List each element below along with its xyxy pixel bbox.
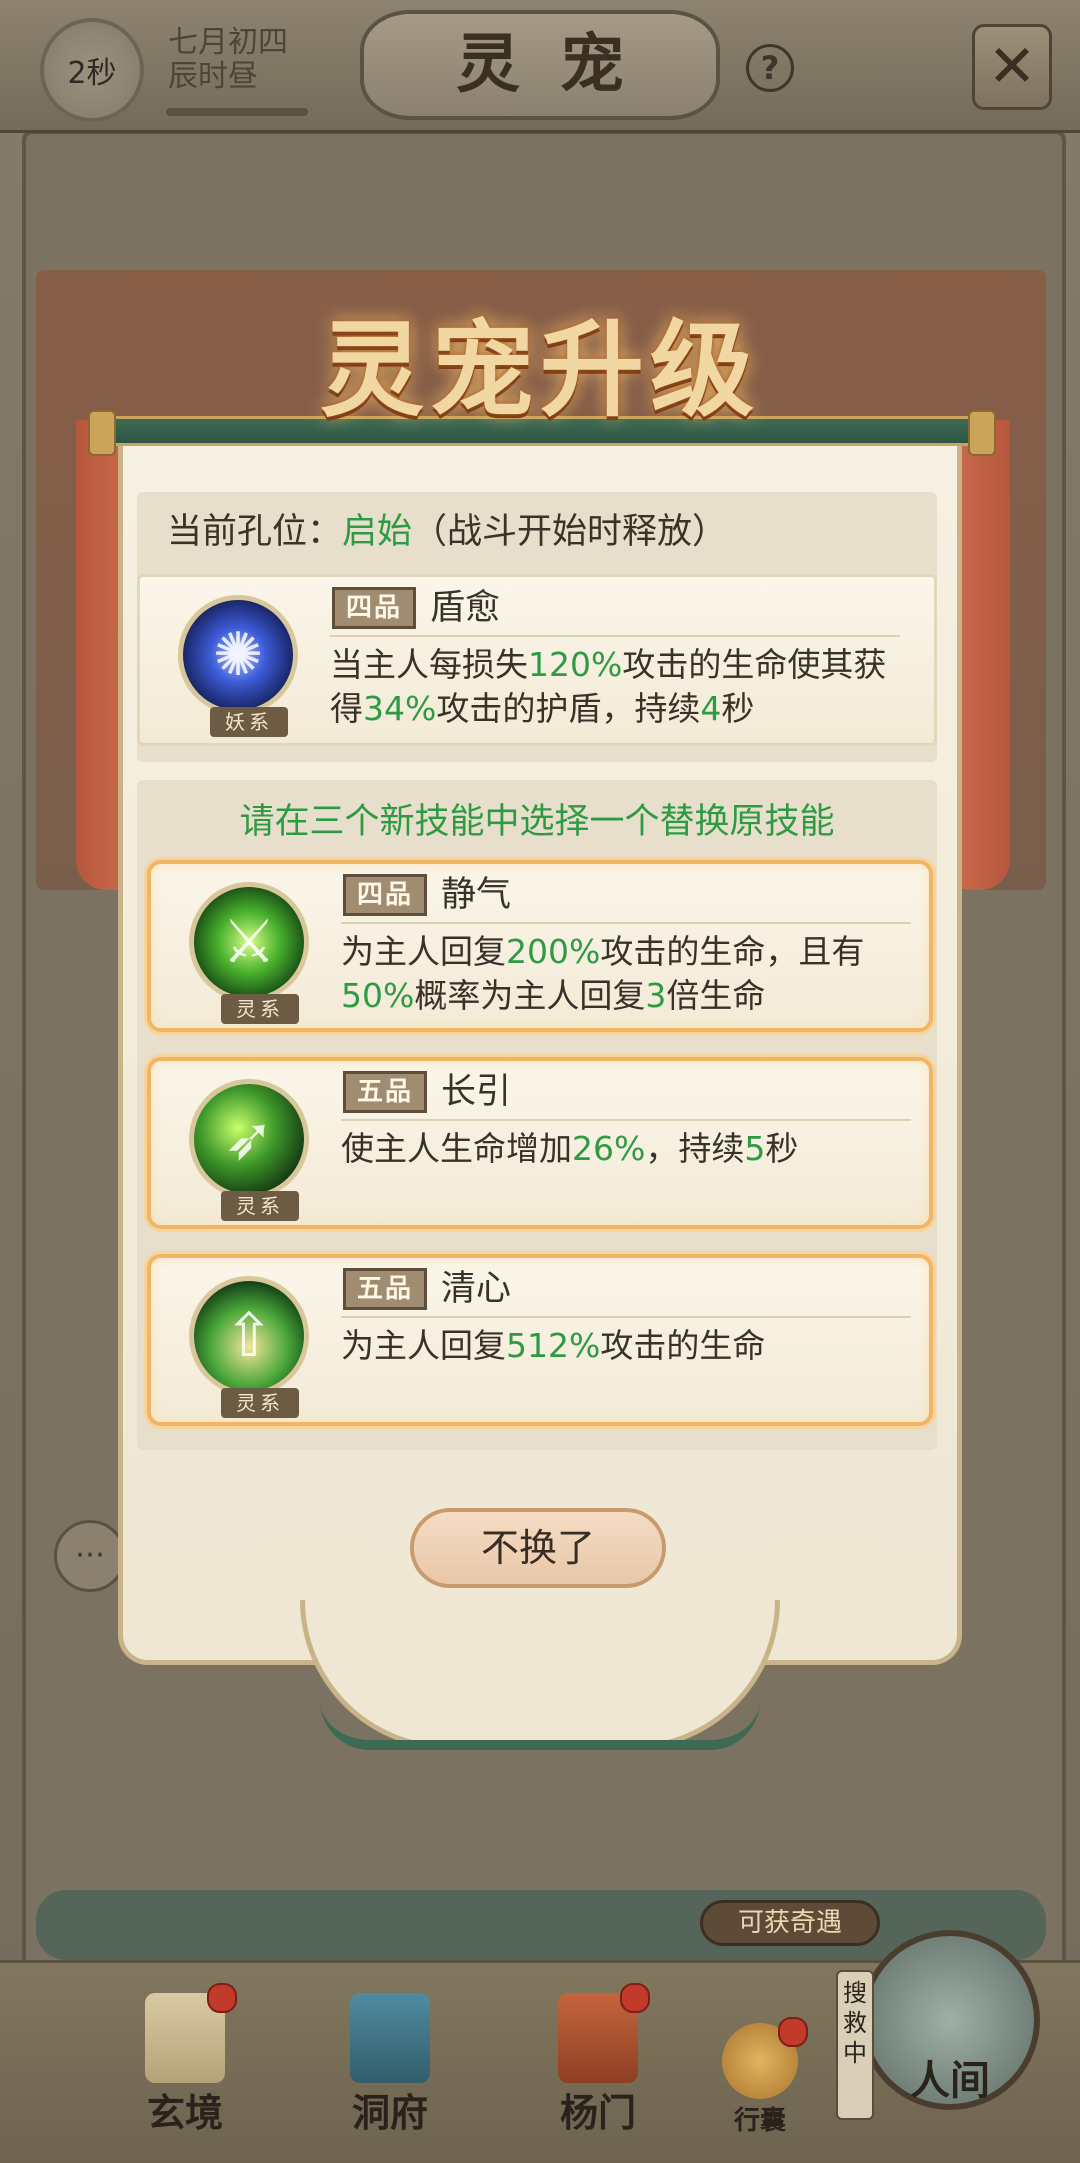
notification-dot (620, 1983, 650, 2013)
divider (341, 922, 911, 924)
vortex-skill-icon: ✺ (178, 595, 298, 715)
desc-text: 攻击的护盾，持续 (436, 689, 701, 728)
notification-dot (778, 2017, 808, 2047)
scroll-rod-cap-left (88, 410, 116, 456)
searching-tag: 搜救中 (836, 1970, 874, 2120)
sword-icon: ⚔ (222, 907, 276, 977)
divider (330, 635, 900, 637)
timer-badge: 2秒 (40, 18, 144, 122)
highlight-value: 26% (572, 1129, 646, 1168)
skill-description: 使主人生命增加26%，持续5秒 (341, 1127, 921, 1171)
encounter-badge: 可获奇遇 (700, 1900, 880, 1946)
desc-text: ，持续 (645, 1129, 745, 1168)
skill-name: 长引 (441, 1072, 512, 1112)
nav-label: 洞府 (351, 2090, 428, 2135)
desc-text: 概率为主人回复 (414, 976, 646, 1015)
slot-label: 当前孔位： (167, 512, 343, 552)
highlight-value: 34% (363, 689, 437, 728)
no-swap-button[interactable]: 不换了 (410, 1508, 666, 1588)
desc-text: 倍生命 (666, 976, 766, 1015)
sword-skill-icon: ⚔ (189, 882, 309, 1002)
divider (341, 1119, 911, 1121)
highlight-value: 4 (700, 689, 722, 728)
current-slot-line: 当前孔位：启始（战斗开始时释放） (167, 510, 727, 554)
desc-text: 为主人回复 (341, 932, 506, 971)
current-skill-card: ✺ 妖系 四品 盾愈 当主人每损失120%攻击的生命使其获得34%攻击的护盾，持… (137, 574, 937, 746)
world-map-button[interactable]: 人间 (860, 1930, 1040, 2110)
grade-tag: 五品 (343, 1071, 427, 1113)
chat-button[interactable]: ⋯ (54, 1520, 126, 1592)
slot-name: 启始 (342, 512, 413, 552)
type-tag: 灵系 (221, 1191, 299, 1221)
world-label: 人间 (910, 2057, 990, 2104)
nav-dongfu[interactable]: 洞府 (320, 1973, 460, 2143)
skill-name: 静气 (441, 875, 512, 915)
skill-name: 清心 (441, 1269, 512, 1309)
type-tag: 妖系 (210, 707, 288, 737)
date-line-2: 辰时昼 (168, 59, 258, 94)
highlight-value: 50% (341, 976, 415, 1015)
type-tag: 灵系 (221, 994, 299, 1024)
highlight-value: 3 (645, 976, 667, 1015)
choose-hint: 请在三个新技能中选择一个替换原技能 (239, 802, 835, 842)
top-bar: 2秒 七月初四 辰时昼 灵宠 ? ✕ (0, 0, 1080, 133)
highlight-value: 200% (506, 932, 601, 971)
scroll-bottom-trim (320, 1700, 760, 1750)
time-progress-bar (166, 108, 308, 116)
nav-xingnang[interactable]: 行囊 (700, 1973, 820, 2143)
skill-name: 盾愈 (430, 588, 501, 628)
chat-icon: ⋯ (75, 1537, 105, 1572)
desc-text: 当主人每损失 (330, 645, 528, 684)
nav-label: 玄境 (146, 2090, 223, 2135)
page-title: 灵宠 (456, 27, 664, 102)
grade-tag: 四品 (343, 874, 427, 916)
scroll-rod-cap-right (968, 410, 996, 456)
pavilion-icon (350, 1993, 430, 2083)
type-tag: 灵系 (221, 1388, 299, 1418)
skill-choice-1[interactable]: ⚔ 灵系 四品 静气 为主人回复200%攻击的生命，且有 50%概率为主人回复3倍… (147, 860, 933, 1032)
nav-label: 杨门 (559, 2090, 636, 2135)
dialog-title: 灵宠升级 (319, 308, 760, 431)
notification-dot (207, 1983, 237, 2013)
close-button[interactable]: ✕ (972, 24, 1052, 110)
close-icon: ✕ (987, 32, 1037, 100)
grade-tag: 四品 (332, 587, 416, 629)
slot-note: （战斗开始时释放） (412, 512, 728, 552)
highlight-value: 120% (528, 645, 623, 684)
help-button[interactable]: ? (746, 44, 794, 92)
nav-xuanjing[interactable]: 玄境 (115, 1973, 255, 2143)
skill-description: 为主人回复200%攻击的生命，且有 50%概率为主人回复3倍生命 (341, 930, 921, 1018)
page-title-plaque: 灵宠 (360, 10, 720, 120)
desc-text: 秒 (721, 689, 755, 728)
desc-text: 秒 (765, 1129, 799, 1168)
highlight-value: 5 (744, 1129, 766, 1168)
grade-tag: 五品 (343, 1268, 427, 1310)
game-date: 七月初四 辰时昼 (168, 26, 288, 94)
desc-text: 攻击的生命，且有 (600, 932, 865, 971)
desc-text: 使主人生命增加 (341, 1129, 572, 1168)
heal-arrow-icon: ⇧ (223, 1301, 275, 1371)
heal-skill-icon: ⇧ (189, 1276, 309, 1396)
skill-description: 为主人回复512%攻击的生命 (341, 1324, 921, 1368)
highlight-value: 512% (506, 1326, 601, 1365)
claw-skill-icon: ➶ (189, 1079, 309, 1199)
nav-yangmen[interactable]: 杨门 (528, 1973, 668, 2143)
skill-choice-3[interactable]: ⇧ 灵系 五品 清心 为主人回复512%攻击的生命 (147, 1254, 933, 1426)
claw-icon: ➶ (223, 1104, 275, 1174)
desc-text: 为主人回复 (341, 1326, 506, 1365)
desc-text: 攻击的生命 (600, 1326, 766, 1365)
divider (341, 1316, 911, 1318)
skill-choice-2[interactable]: ➶ 灵系 五品 长引 使主人生命增加26%，持续5秒 (147, 1057, 933, 1229)
date-line-1: 七月初四 (168, 25, 288, 60)
skill-description: 当主人每损失120%攻击的生命使其获得34%攻击的护盾，持续4秒 (330, 643, 910, 731)
nav-label: 行囊 (733, 2106, 786, 2136)
vortex-icon: ✺ (212, 620, 264, 690)
